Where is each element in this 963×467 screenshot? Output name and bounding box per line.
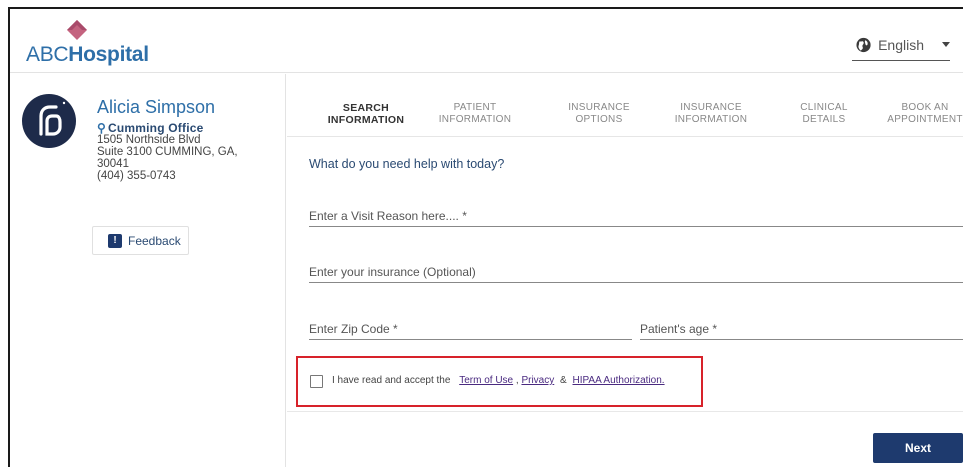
language-selector[interactable]: English bbox=[852, 29, 950, 61]
consent-checkbox[interactable] bbox=[310, 375, 323, 388]
comma-separator: , bbox=[515, 375, 519, 386]
zip-code-input[interactable] bbox=[309, 320, 632, 338]
provider-panel: Alicia Simpson ⚲ Cumming Office 1505 Nort… bbox=[10, 74, 286, 467]
feedback-button[interactable]: ! Feedback bbox=[92, 226, 189, 255]
terms-of-use-link[interactable]: Term of Use bbox=[459, 375, 513, 386]
step-patient-information[interactable]: PATIENT INFORMATION bbox=[435, 102, 515, 126]
provider-avatar bbox=[22, 94, 76, 148]
zip-code-field[interactable] bbox=[309, 320, 632, 340]
feedback-icon: ! bbox=[108, 233, 122, 248]
patient-age-input[interactable] bbox=[640, 320, 963, 338]
consent-text: I have read and accept the Term of Use ,… bbox=[332, 375, 665, 386]
feedback-label: Feedback bbox=[128, 233, 181, 248]
patient-age-field[interactable] bbox=[640, 320, 963, 340]
chevron-down-icon bbox=[942, 42, 950, 47]
provider-name[interactable]: Alicia Simpson bbox=[97, 97, 215, 118]
step-book-appointment[interactable]: BOOK AN APPOINTMENT bbox=[885, 102, 963, 126]
header: ABCHospital English bbox=[10, 9, 963, 73]
form-question: What do you need help with today? bbox=[309, 157, 505, 171]
planned-parenthood-logo-icon bbox=[39, 101, 66, 136]
insurance-field[interactable] bbox=[309, 263, 963, 283]
logo-text: ABCHospital bbox=[26, 43, 149, 66]
hipaa-authorization-link[interactable]: HIPAA Authorization. bbox=[572, 375, 664, 386]
next-button[interactable]: Next bbox=[873, 433, 963, 463]
ampersand: & bbox=[560, 375, 567, 386]
visit-reason-input[interactable] bbox=[309, 207, 963, 225]
location-pin-icon: ⚲ bbox=[97, 121, 106, 135]
progress-stepper: SEARCH INFORMATION PATIENT INFORMATION INS… bbox=[287, 74, 963, 137]
step-clinical-details[interactable]: CLINICAL DETAILS bbox=[784, 102, 864, 126]
address-line: 1505 Northside Blvd bbox=[97, 134, 201, 146]
step-search-information[interactable]: SEARCH INFORMATION bbox=[326, 102, 406, 126]
office-name: ⚲ Cumming Office bbox=[97, 121, 204, 135]
phone-number: (404) 355-0743 bbox=[97, 170, 176, 182]
consent-prefix: I have read and accept the bbox=[332, 375, 451, 386]
insurance-input[interactable] bbox=[309, 263, 963, 281]
language-label: English bbox=[878, 36, 924, 53]
privacy-link[interactable]: Privacy bbox=[521, 375, 554, 386]
divider bbox=[287, 411, 963, 412]
visit-reason-field[interactable] bbox=[309, 207, 963, 227]
address-line: 30041 bbox=[97, 158, 129, 170]
step-insurance-information[interactable]: INSURANCE INFORMATION bbox=[671, 102, 751, 126]
logo-diamond-icon bbox=[67, 20, 87, 40]
step-insurance-options[interactable]: INSURANCE OPTIONS bbox=[559, 102, 639, 126]
address-line: Suite 3100 CUMMING, GA, bbox=[97, 146, 238, 158]
hospital-logo[interactable]: ABCHospital bbox=[22, 17, 152, 69]
globe-icon bbox=[856, 37, 871, 52]
app-frame: ABCHospital English Alicia Simpson ⚲ Cumm… bbox=[8, 7, 963, 467]
